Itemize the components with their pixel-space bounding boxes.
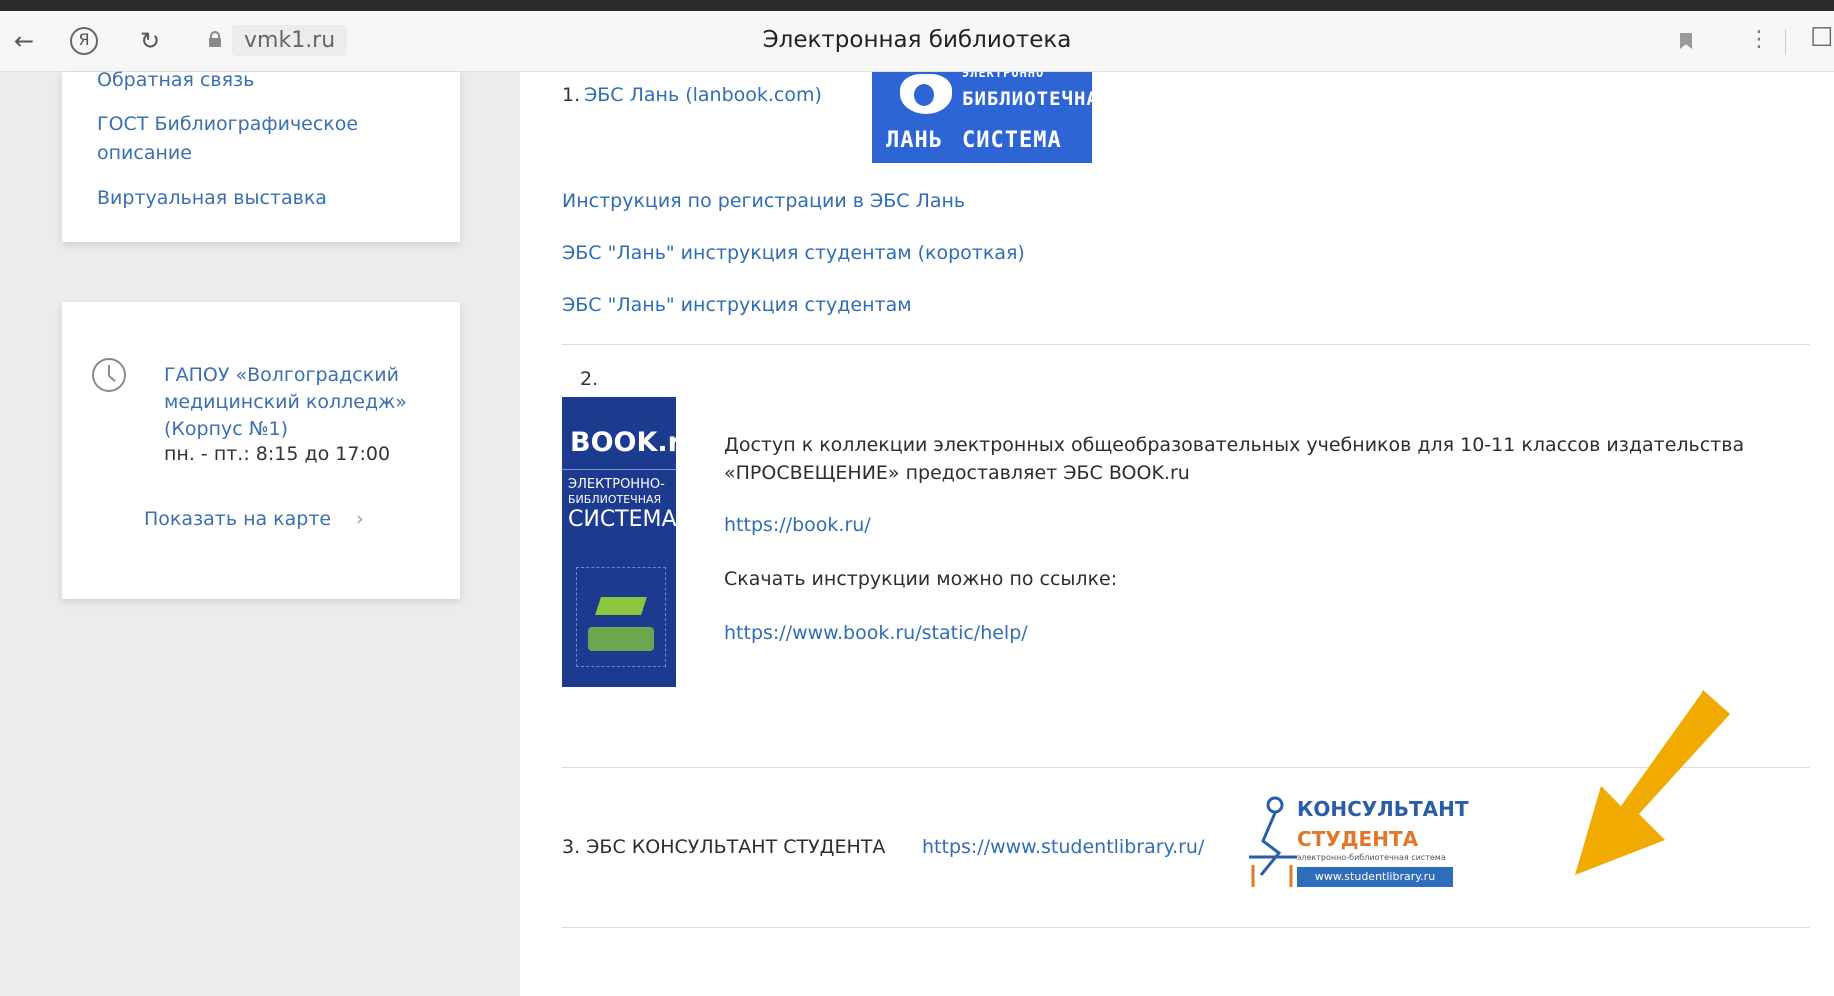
lan-logo-text-left: ЛАНЬ [886,128,943,153]
working-hours: пн. - пт.: 8:15 до 17:00 [164,443,391,465]
page-title: Электронная библиотека [762,27,1072,53]
graduation-cap-icon [595,597,647,615]
deer-icon [900,74,952,114]
extension-icon[interactable]: ☐ [1810,23,1833,53]
item1-number: 1. [562,84,581,106]
sidebar-link-feedback[interactable]: Обратная связь [97,66,254,95]
browser-toolbar: ← Я ↻ vmk1.ru Электронная библиотека ⋮ ☐ [0,11,1834,72]
bookru-link[interactable]: https://book.ru/ [724,514,871,536]
bookru-logo-line3: СИСТЕМА [568,507,677,532]
contact-card: ГАПОУ «Волгоградский медицинский колледж… [62,302,460,599]
bookru-logo-title: BOOK.ru [570,427,701,458]
student-consultant-logo-title2: СТУДЕНТА [1297,827,1419,851]
annotation-arrow-icon [1575,690,1730,875]
sidebar-link-exhibition[interactable]: Виртуальная выставка [97,184,327,213]
item2-number: 2. [580,368,599,390]
bookru-logo[interactable]: BOOK.ru ЭЛЕКТРОННО- БИБЛИОТЕЧНАЯ СИСТЕМА [562,397,700,687]
student-consultant-logo-url: www.studentlibrary.ru [1297,867,1453,887]
lan-registration-link[interactable]: Инструкция по регистрации в ЭБС Лань [562,190,965,212]
chevron-right-icon: › [356,508,364,530]
student-consultant-logo-sub: электронно-библиотечная система [1297,853,1446,862]
lan-logo-text-right: СИСТЕМА [962,128,1062,153]
sidebar-links-card: Обратная связь ГОСТ Библиографическое оп… [62,69,460,242]
divider [562,344,1810,345]
instructions-text: Скачать инструкции можно по ссылке: [724,568,1118,590]
main-content: 1. ЭБС Лань (lanbook.com) ЭЛЕКТРОННО БИБ… [520,72,1834,996]
student-consultant-logo[interactable]: КОНСУЛЬТАНТ СТУДЕНТА электронно-библиоте… [1235,787,1469,895]
studentlibrary-label: 3. ЭБС КОНСУЛЬТАНТ СТУДЕНТА [562,836,886,858]
toolbar-divider [1785,29,1786,55]
bookru-logo-line2: БИБЛИОТЕЧНАЯ [568,493,662,506]
lan-logo-text-mid: БИБЛИОТЕЧНАЯ [962,88,1092,110]
sidebar-link-gost[interactable]: ГОСТ Библиографическое описание [97,110,397,168]
bookru-description-line1: Доступ к коллекции электронных общеобраз… [724,434,1745,456]
divider [562,927,1810,928]
student-consultant-logo-title1: КОНСУЛЬТАНТ [1297,797,1469,821]
bookru-help-link[interactable]: https://www.book.ru/static/help/ [724,622,1028,644]
lan-logo[interactable]: ЭЛЕКТРОННО БИБЛИОТЕЧНАЯ ЛАНЬ СИСТЕМА [872,72,1092,163]
show-on-map-link[interactable]: Показать на карте [144,508,331,530]
books-icon [588,627,654,651]
sidebar: Обратная связь ГОСТ Библиографическое оп… [0,69,520,996]
studentlibrary-link[interactable]: https://www.studentlibrary.ru/ [922,836,1204,858]
menu-icon[interactable]: ⋮ [1748,27,1770,52]
window-top-edge [0,0,1834,11]
clock-icon [92,358,126,392]
organization-name[interactable]: ГАПОУ «Волгоградский медицинский колледж… [164,362,434,443]
student-figure-icon [1249,796,1297,887]
lan-short-instructions-link[interactable]: ЭБС "Лань" инструкция студентам (коротка… [562,242,1025,264]
lan-logo-text-top: ЭЛЕКТРОННО [962,72,1045,80]
bookru-description-line2: «ПРОСВЕЩЕНИЕ» предоставляет ЭБС BOOK.ru [724,462,1190,484]
lan-instructions-link[interactable]: ЭБС "Лань" инструкция студентам [562,294,912,316]
bookru-logo-line1: ЭЛЕКТРОННО- [568,477,665,492]
lan-link[interactable]: ЭБС Лань (lanbook.com) [584,84,822,106]
